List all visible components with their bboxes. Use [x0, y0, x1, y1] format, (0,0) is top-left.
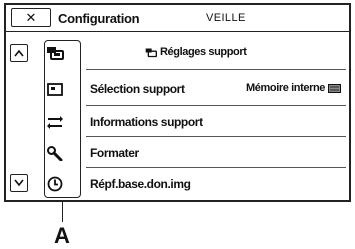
media-select-icon: [44, 80, 66, 98]
chevron-down-icon: [14, 179, 24, 187]
menu-item-label: Formater: [90, 146, 139, 160]
divider: [86, 136, 346, 137]
media-info-icon: [44, 113, 66, 131]
internal-memory-icon: [328, 83, 341, 93]
menu-item-format[interactable]: Formater: [37, 138, 347, 169]
menu-item-value: Mémoire interne: [246, 82, 325, 94]
callout-line: [62, 200, 63, 222]
page-title: Configuration: [58, 11, 140, 26]
menu-screen: ✕ Configuration VEILLE Réglages support …: [4, 3, 351, 202]
divider: [86, 69, 346, 70]
menu-item-label: Répf.base.don.img: [90, 177, 191, 191]
menu-item-media-info[interactable]: Informations support: [37, 107, 347, 138]
scroll-up-button[interactable]: [10, 44, 28, 62]
chevron-up-icon: [14, 49, 24, 57]
scroll-rail: [6, 32, 36, 200]
media-settings-icon: [145, 48, 157, 57]
menu-item-media-select[interactable]: Sélection support Mémoire interne: [37, 74, 347, 105]
scroll-down-button[interactable]: [10, 174, 28, 192]
media-settings-icon: [44, 44, 66, 62]
menu-item-repair-db[interactable]: Répf.base.don.img: [37, 169, 347, 200]
title-bar: ✕ Configuration VEILLE: [6, 5, 349, 32]
wrench-icon: [44, 144, 66, 162]
divider: [86, 167, 346, 168]
menu-header-row: Réglages support: [37, 38, 347, 69]
mode-indicator: VEILLE: [206, 12, 246, 24]
menu-item-label: Informations support: [90, 115, 203, 129]
callout-label: A: [54, 223, 70, 248]
close-icon: ✕: [25, 9, 37, 25]
menu-item-label: Sélection support: [90, 82, 185, 96]
divider: [86, 105, 346, 106]
menu-header-label: Réglages support: [160, 46, 247, 58]
close-button[interactable]: ✕: [11, 8, 51, 27]
repair-clock-icon: [44, 175, 66, 193]
